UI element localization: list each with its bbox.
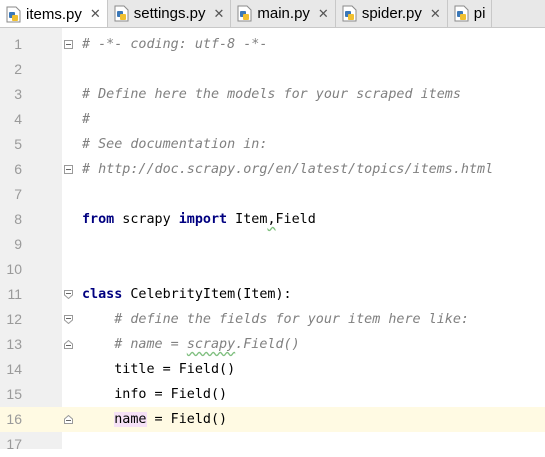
code-text: # name = scrapy.Field(): [82, 332, 300, 357]
line-number: 14: [6, 361, 22, 377]
keyword: from: [82, 212, 115, 227]
line-number: 10: [6, 261, 22, 277]
code-text: title = Field(): [82, 362, 236, 377]
code-text: #: [82, 112, 91, 127]
code-text: name = Field(): [82, 407, 227, 432]
code-line[interactable]: 14 title = Field(): [0, 357, 545, 382]
code-text: # http://doc.scrapy.org/en/latest/topics…: [82, 162, 494, 177]
code-line[interactable]: 17: [0, 432, 545, 457]
import-name: Field: [275, 212, 316, 227]
close-icon[interactable]: ✕: [213, 6, 224, 22]
code-text: # See documentation in:: [82, 137, 268, 152]
code-line[interactable]: 3 # Define here the models for your scra…: [0, 82, 545, 107]
line-number: 17: [6, 436, 22, 452]
line-number: 7: [14, 186, 22, 202]
fold-start-icon[interactable]: [64, 315, 73, 324]
tab-pi-truncated[interactable]: pi: [448, 0, 493, 27]
highlighted-identifier: name: [114, 412, 147, 427]
import-name: Item: [227, 212, 268, 227]
code-text: # Define here the models for your scrape…: [82, 87, 461, 102]
line-number: 11: [7, 286, 22, 302]
code-line[interactable]: 8 from scrapy import Item,Field: [0, 207, 545, 232]
comment-part: # name =: [82, 337, 187, 352]
python-file-icon: [114, 5, 129, 22]
comment-part: scrapy: [186, 337, 236, 352]
line-number: 3: [14, 86, 22, 102]
code-line[interactable]: 5 # See documentation in:: [0, 132, 545, 157]
python-file-icon: [237, 5, 252, 22]
tab-label: spider.py: [361, 5, 422, 22]
close-icon[interactable]: ✕: [430, 6, 441, 22]
module-name: scrapy: [114, 212, 179, 227]
comment-part: .Field(): [235, 337, 300, 352]
comma-warning: ,: [267, 212, 276, 227]
code-text: info = Field(): [82, 387, 228, 402]
code-text: class CelebrityItem(Item):: [82, 282, 292, 307]
code-text: # -*- coding: utf-8 -*-: [82, 37, 268, 52]
code-line[interactable]: 11 class CelebrityItem(Item):: [0, 282, 545, 307]
tab-settings-py[interactable]: settings.py ✕: [108, 0, 232, 27]
line-number: 16: [0, 407, 22, 432]
code-line-current[interactable]: 16 name = Field(): [0, 407, 545, 432]
tab-spider-py[interactable]: spider.py ✕: [336, 0, 448, 27]
editor-tab-bar: items.py ✕ settings.py ✕ main.py ✕ spide…: [0, 0, 545, 28]
tab-label: main.py: [257, 5, 310, 22]
fold-start-icon[interactable]: [64, 40, 73, 49]
line-number: 9: [14, 236, 22, 252]
fold-start-icon[interactable]: [64, 290, 73, 299]
code-editor[interactable]: 1 # -*- coding: utf-8 -*- 2 3 # Define h…: [0, 28, 545, 452]
fold-end-icon[interactable]: [64, 340, 73, 349]
code-text: # define the fields for your item here l…: [82, 312, 469, 327]
code-line[interactable]: 9: [0, 232, 545, 257]
line-number: 6: [14, 161, 22, 177]
fold-end-icon[interactable]: [64, 415, 73, 424]
code-line[interactable]: 13 # name = scrapy.Field(): [0, 332, 545, 357]
line-number: 2: [14, 61, 22, 77]
keyword: import: [178, 212, 228, 227]
code-line[interactable]: 4 #: [0, 107, 545, 132]
tab-main-py[interactable]: main.py ✕: [231, 0, 336, 27]
line-number: 13: [6, 336, 22, 352]
line-number: 5: [14, 136, 22, 152]
line-number: 15: [6, 386, 22, 402]
code-line[interactable]: 15 info = Field(): [0, 382, 545, 407]
code-line[interactable]: 6 # http://doc.scrapy.org/en/latest/topi…: [0, 157, 545, 182]
assignment: = Field(): [146, 412, 228, 427]
code-line[interactable]: 12 # define the fields for your item her…: [0, 307, 545, 332]
close-icon[interactable]: ✕: [90, 6, 101, 22]
line-number: 12: [6, 311, 22, 327]
code-line[interactable]: 1 # -*- coding: utf-8 -*-: [0, 32, 545, 57]
class-declaration: CelebrityItem(Item):: [122, 287, 292, 302]
keyword: class: [82, 287, 123, 302]
code-line[interactable]: 7: [0, 182, 545, 207]
code-line[interactable]: 2: [0, 57, 545, 82]
tab-items-py[interactable]: items.py ✕: [0, 0, 108, 27]
code-line[interactable]: 10: [0, 257, 545, 282]
tab-label: items.py: [26, 5, 82, 23]
python-file-icon: [454, 5, 469, 22]
python-file-icon: [6, 6, 21, 22]
python-file-icon: [342, 5, 357, 22]
code-text: from scrapy import Item,Field: [82, 207, 316, 232]
tab-label: settings.py: [133, 5, 206, 22]
line-number: 8: [14, 211, 22, 227]
tab-label: pi: [473, 5, 486, 22]
line-number: 1: [14, 36, 22, 52]
fold-end-icon[interactable]: [64, 165, 73, 174]
close-icon[interactable]: ✕: [318, 6, 329, 22]
line-number: 4: [14, 111, 22, 127]
